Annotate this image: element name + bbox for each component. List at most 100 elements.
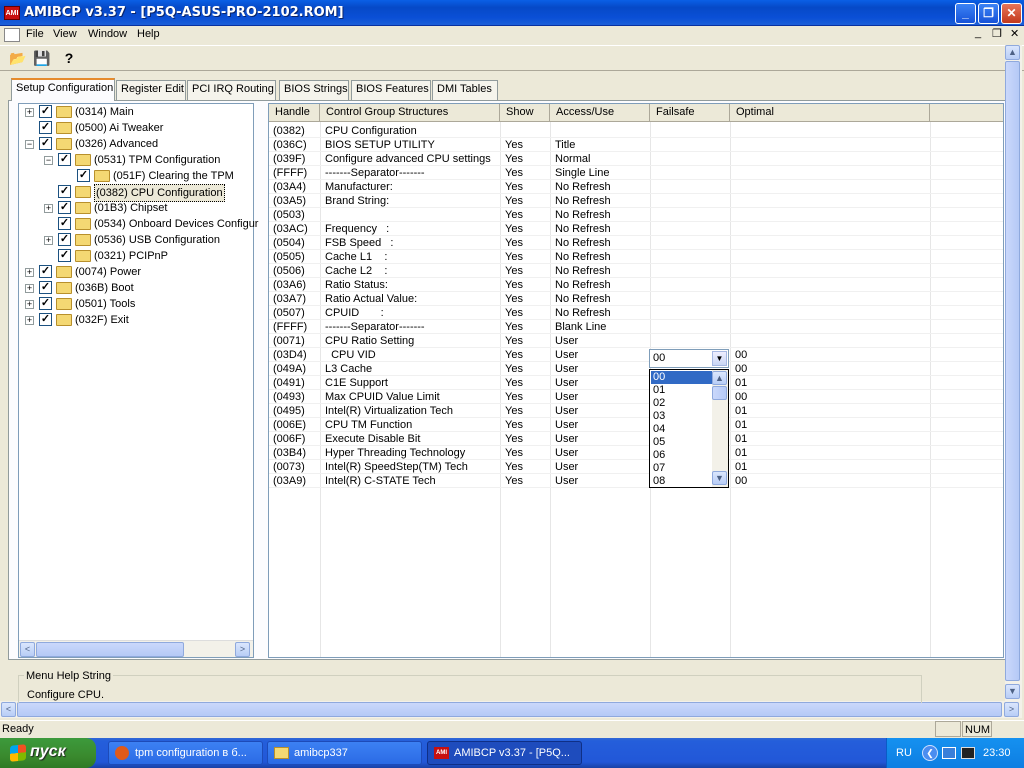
checkbox-icon[interactable]: ✓ [39,313,52,326]
table-row[interactable]: (049A) L3 Cache Yes User 00 [269,362,1003,376]
tree-node[interactable]: ✓ (0534) Onboard Devices Configur [21,216,258,232]
table-cell[interactable]: Yes [505,250,523,264]
scroll-thumb[interactable] [36,642,184,657]
table-cell[interactable]: 00 [735,390,747,404]
tree-node[interactable]: − ✓ (0531) TPM Configuration [21,152,253,168]
close-button[interactable]: ✕ [1001,3,1022,24]
checkbox-icon[interactable]: ✓ [58,233,71,246]
expand-icon[interactable]: + [44,204,53,213]
table-cell[interactable]: Yes [505,236,523,250]
checkbox-icon[interactable]: ✓ [77,169,90,182]
table-row[interactable]: (0503) Yes No Refresh [269,208,1003,222]
table-cell[interactable]: Yes [505,180,523,194]
table-cell[interactable]: User [555,404,578,418]
table-cell[interactable]: Title [555,138,575,152]
tree-node[interactable]: ✓ (0500) Ai Tweaker [21,120,253,136]
tab-bios-strings[interactable]: BIOS Strings [279,80,349,100]
menu-view[interactable]: View [53,28,77,40]
table-row[interactable]: (03A7) Ratio Actual Value: Yes No Refresh [269,292,1003,306]
table-cell[interactable]: Yes [505,376,523,390]
scroll-left-icon[interactable]: < [20,642,35,657]
tree-node[interactable]: ✓ (0321) PCIPnP [21,248,253,264]
document-minimize-button[interactable]: _ [975,27,981,39]
tree-horizontal-scrollbar[interactable]: < > [19,640,253,657]
dropdown-option[interactable]: 03 [651,410,713,423]
table-cell[interactable]: 00 [735,474,747,488]
column-header-access-use[interactable]: Access/Use [550,104,650,122]
expand-icon[interactable]: + [25,108,34,117]
taskbar-item-browser[interactable]: tpm configuration в б... [108,741,263,765]
maximize-button[interactable]: ❐ [978,3,999,24]
table-cell[interactable]: Yes [505,404,523,418]
scroll-thumb[interactable] [712,386,727,400]
table-cell[interactable]: Yes [505,264,523,278]
table-row[interactable]: (039F) Configure advanced CPU settings Yes… [269,152,1003,166]
table-cell[interactable]: Yes [505,390,523,404]
table-cell[interactable]: Yes [505,460,523,474]
help-icon[interactable]: ? [58,47,80,69]
taskbar-item-folder[interactable]: amibcp337 [267,741,422,765]
table-cell[interactable]: 01 [735,432,747,446]
table-cell[interactable]: Yes [505,292,523,306]
checkbox-icon[interactable]: ✓ [39,281,52,294]
dropdown-option[interactable]: 07 [651,462,713,475]
dropdown-scrollbar[interactable]: ▲ ▼ [712,370,728,487]
collapse-icon[interactable]: − [25,140,34,149]
expand-icon[interactable]: + [25,268,34,277]
failsafe-combobox[interactable]: 00 ▼ [649,349,729,368]
expand-icon[interactable]: + [44,236,53,245]
scroll-down-icon[interactable]: ▼ [712,471,727,485]
menu-help[interactable]: Help [137,28,160,40]
checkbox-icon[interactable]: ✓ [39,105,52,118]
table-cell[interactable]: No Refresh [555,194,611,208]
window-horizontal-scrollbar[interactable]: < > [0,701,1022,718]
tab-register-edit[interactable]: Register Edit [116,80,186,100]
table-cell[interactable]: Yes [505,306,523,320]
table-row[interactable]: (03A4) Manufacturer: Yes No Refresh [269,180,1003,194]
table-cell[interactable]: Yes [505,278,523,292]
table-row[interactable]: (03A6) Ratio Status: Yes No Refresh [269,278,1003,292]
table-row[interactable]: (0507) CPUID : Yes No Refresh [269,306,1003,320]
table-row[interactable]: (03A5) Brand String: Yes No Refresh [269,194,1003,208]
table-cell[interactable]: Yes [505,222,523,236]
table-row[interactable]: (0491) C1E Support Yes User 01 [269,376,1003,390]
table-cell[interactable]: Yes [505,166,523,180]
table-cell[interactable]: No Refresh [555,264,611,278]
table-cell[interactable]: Yes [505,194,523,208]
table-cell[interactable]: Yes [505,152,523,166]
dropdown-list[interactable]: 00 01 02 03 04 05 06 07 08 ▲ ▼ [649,369,729,488]
table-cell[interactable]: Yes [505,138,523,152]
tab-dmi-tables[interactable]: DMI Tables [432,80,498,100]
chevron-down-icon[interactable]: ▼ [712,351,727,366]
tree-node[interactable]: ✓ (051F) Clearing the TPM [21,168,253,184]
column-header-failsafe[interactable]: Failsafe [650,104,730,122]
open-folder-icon[interactable]: 📂 [7,47,29,69]
tree-node[interactable]: + ✓ (0501) Tools [21,296,253,312]
table-cell[interactable]: User [555,432,578,446]
dropdown-option[interactable]: 08 [651,475,713,487]
tree-node[interactable]: ✓ (0382) CPU Configuration [21,184,253,202]
table-cell[interactable]: 01 [735,460,747,474]
table-cell[interactable]: Single Line [555,166,609,180]
network-icon[interactable] [942,747,956,759]
table-cell[interactable]: User [555,348,578,362]
tab-bios-features[interactable]: BIOS Features [351,80,431,100]
table-cell[interactable]: No Refresh [555,250,611,264]
tree-node[interactable]: + ✓ (032F) Exit [21,312,253,328]
column-header-show[interactable]: Show [500,104,550,122]
taskbar-item-amibcp[interactable]: AMI AMIBCP v3.37 - [P5Q... [427,741,582,765]
table-cell[interactable]: Yes [505,362,523,376]
table-row[interactable]: (0504) FSB Speed : Yes No Refresh [269,236,1003,250]
table-cell[interactable]: No Refresh [555,292,611,306]
dropdown-option[interactable]: 05 [651,436,713,449]
table-row[interactable]: (0505) Cache L1 : Yes No Refresh [269,250,1003,264]
table-row[interactable]: (03A9) Intel(R) C-STATE Tech Yes User 00 [269,474,1003,488]
table-cell[interactable]: 01 [735,404,747,418]
tree-node[interactable]: − ✓ (0326) Advanced [21,136,253,152]
collapse-icon[interactable]: − [44,156,53,165]
table-row[interactable]: (006E) CPU TM Function Yes User 01 [269,418,1003,432]
window-vertical-scrollbar[interactable]: ▲ ▼ [1005,45,1022,701]
table-cell[interactable]: 01 [735,446,747,460]
column-header-handle[interactable]: Handle [269,104,320,122]
checkbox-icon[interactable]: ✓ [39,121,52,134]
